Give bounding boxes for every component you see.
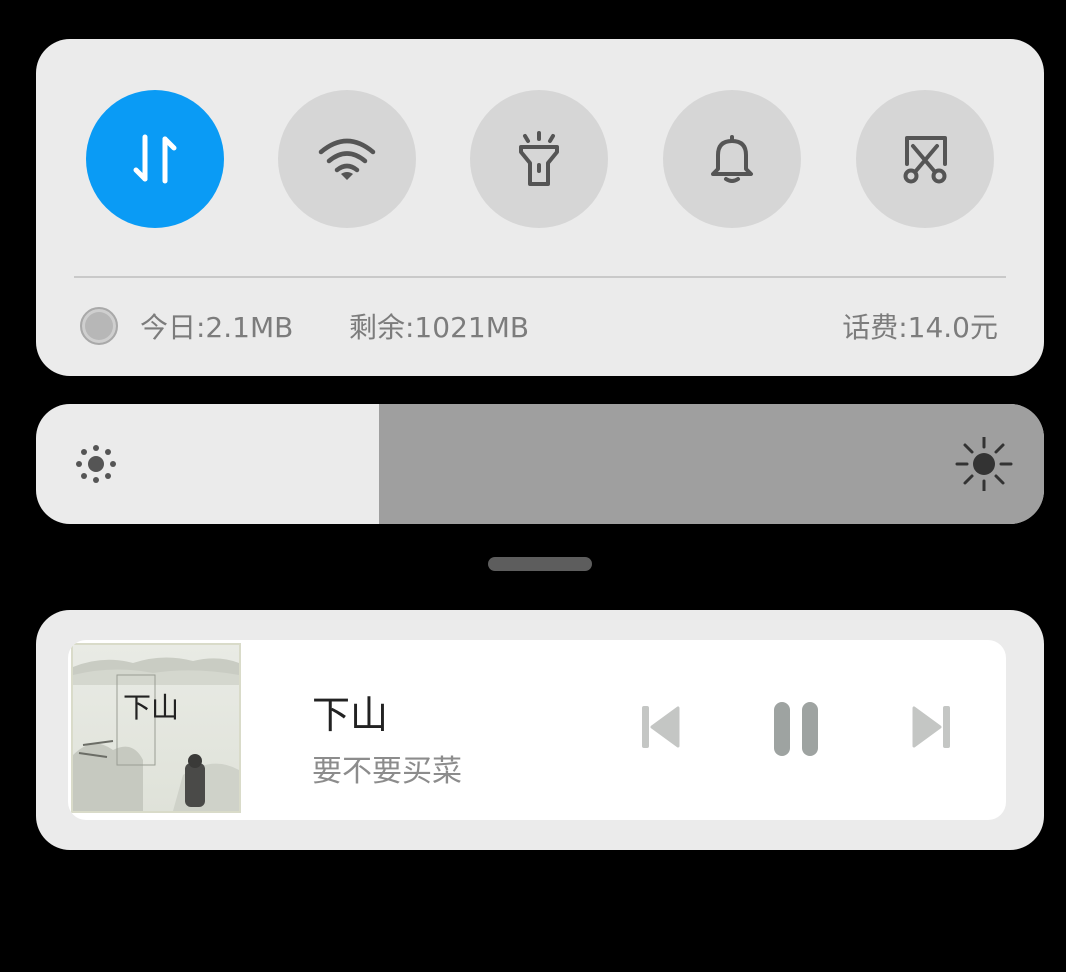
phone-balance: 话费:14.0元 [842,311,998,344]
flashlight-toggle[interactable] [470,90,608,228]
panel-drag-handle[interactable] [488,557,592,571]
media-card[interactable]: 下山 下山 要不要买菜 [68,640,1006,820]
wifi-icon [318,138,376,180]
data-usage-row[interactable]: 今日:2.1MB 剩余:1021MB 话费:14.0元 [36,301,1044,355]
bell-icon [711,135,753,183]
flashlight-icon [519,131,559,186]
divider [74,276,1006,278]
next-icon[interactable] [912,704,952,750]
mobile-data-toggle[interactable] [86,90,224,228]
today-usage: 今日:2.1MB [140,311,294,344]
album-art: 下山 [71,643,241,813]
brightness-high-icon [955,437,1013,491]
screenshot-icon [903,136,947,184]
song-artist: 要不要买菜 [312,754,462,789]
brightness-slider[interactable] [36,404,1044,524]
media-player-panel: 下山 下山 要不要买菜 [36,610,1044,850]
pause-icon[interactable] [772,700,820,758]
wifi-toggle[interactable] [278,90,416,228]
screenshot-toggle[interactable] [856,90,994,228]
song-title: 下山 [312,693,389,737]
brightness-low-icon [76,445,116,483]
notification-toggle[interactable] [663,90,801,228]
brightness-level-fill [378,404,1044,524]
quick-settings-panel: 今日:2.1MB 剩余:1021MB 话费:14.0元 [36,39,1044,376]
album-art-image: 下山 [73,657,239,811]
data-usage-indicator-icon [80,307,118,345]
previous-icon[interactable] [640,704,680,750]
data-transfer-icon [133,134,177,184]
album-art-title: 下山 [123,691,179,724]
remaining-data: 剩余:1021MB [349,311,530,344]
